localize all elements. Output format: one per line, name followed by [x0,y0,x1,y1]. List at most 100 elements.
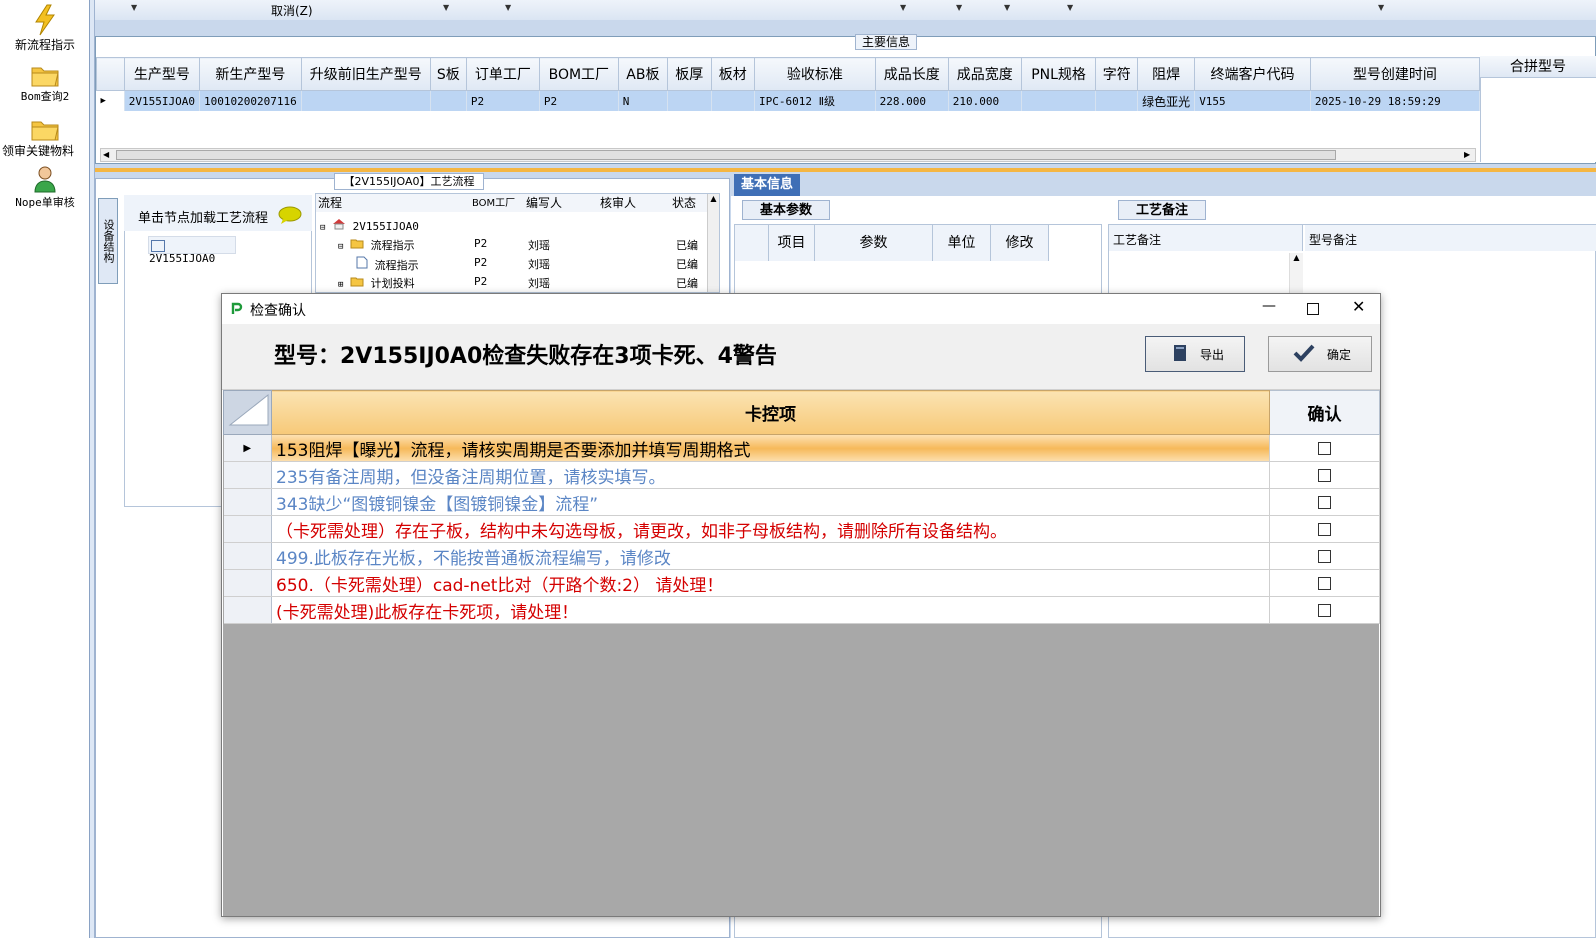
column-header[interactable]: 成品长度 [874,57,949,91]
check-item-text[interactable]: （卡死需处理）存在子板，结构中未勾选母板，请更改，如非子母板结构，请删除所有设备… [271,515,1270,543]
table-cell[interactable]: IPC-6012 Ⅱ级 [754,90,876,111]
table-cell[interactable]: 2025-10-29 18:59:29 [1310,90,1480,111]
column-header[interactable]: 工艺备注 [1109,225,1303,251]
column-header[interactable]: 流程 [316,194,471,212]
check-item-text[interactable]: 153阻焊【曝光】流程，请核实周期是否要添加并填写周期格式 [271,434,1270,462]
column-header[interactable]: 升级前旧生产型号 [300,57,431,91]
check-item-row[interactable]: 235有备注周期，但没备注周期位置，请核实填写。 [223,461,1380,489]
column-header[interactable]: 编写人 [524,194,599,212]
dropdown-arrow-icon[interactable]: ▼ [900,3,906,12]
check-item-text[interactable]: (卡死需处理)此板存在卡死项，请处理！ [271,596,1270,624]
expand-icon[interactable]: ⊞ [338,280,343,290]
process-tab[interactable]: 【2V155IJOA0】工艺流程 [334,173,484,190]
check-item-text[interactable]: 343缺少“图镀铜镍金【图镀铜镍金】流程” [271,488,1270,516]
column-header[interactable]: 终端客户代码 [1194,57,1311,91]
basic-params-tab[interactable]: 基本参数 [742,200,830,220]
basic-info-tab[interactable]: 基本信息 [734,174,800,196]
craft-note-tab[interactable]: 工艺备注 [1118,200,1206,220]
check-item-row[interactable]: 343缺少“图镀铜镍金【图镀铜镍金】流程” [223,488,1380,516]
row-header[interactable] [223,569,272,597]
column-header[interactable]: 核审人 [598,194,671,212]
corner-cell[interactable] [223,390,272,435]
section-splitter[interactable] [95,168,1596,172]
column-header[interactable]: 板材 [710,57,756,91]
dropdown-arrow-icon[interactable]: ▼ [1004,3,1010,12]
maximize-icon[interactable] [1307,303,1319,315]
confirm-checkbox[interactable] [1318,522,1331,536]
tree-row[interactable]: 流程指示 [356,256,419,273]
table-cell[interactable] [301,90,431,111]
dropdown-arrow-icon[interactable]: ▼ [956,3,962,12]
confirm-checkbox[interactable] [1318,468,1331,482]
launcher-item-nope-review[interactable]: Nope单审核 [0,164,90,210]
expand-icon[interactable]: ⊟ [338,242,343,252]
tree-row[interactable]: ⊟ 2V155IJOA0 [320,218,419,233]
cancel-menu-item[interactable]: 取消(Z) [271,2,313,19]
check-item-text[interactable]: 650.（卡死需处理）cad-net比对（开路个数:2） 请处理！ [271,569,1270,597]
dropdown-arrow-icon[interactable]: ▼ [1378,3,1384,12]
column-header[interactable]: 修改 [991,225,1049,261]
confirm-checkbox[interactable] [1318,603,1331,617]
table-row[interactable]: ▶ 2V155IJOA0 10010200207116 P2 P2 N IPC-… [96,90,1480,111]
launcher-item-key-material[interactable]: 领审关键物料 [0,116,90,159]
corner-cell[interactable] [96,57,125,91]
tree-row[interactable]: ⊟ 流程指示 [338,237,415,253]
table-cell[interactable]: 2V155IJOA0 [124,90,200,111]
table-cell[interactable]: N [618,90,669,111]
table-cell[interactable]: P2 [466,90,540,111]
column-header[interactable]: S板 [429,57,467,91]
dropdown-arrow-icon[interactable]: ▼ [505,3,511,12]
table-cell[interactable]: 228.000 [875,90,949,111]
check-item-row[interactable]: (卡死需处理)此板存在卡死项，请处理！ [223,596,1380,624]
table-cell[interactable] [667,90,712,111]
column-header[interactable]: 单位 [933,225,991,261]
close-icon[interactable]: ✕ [1352,297,1365,316]
table-cell[interactable]: 210.000 [948,90,1022,111]
column-header[interactable]: 参数 [815,225,933,261]
column-header[interactable]: PNL规格 [1020,57,1097,91]
confirm-button[interactable]: 确定 [1268,336,1372,372]
export-button[interactable]: 导出 [1145,336,1245,372]
row-header[interactable] [223,461,272,489]
dropdown-arrow-icon[interactable]: ▼ [1067,3,1073,12]
combine-model-header[interactable]: 合拼型号 [1480,56,1596,78]
table-cell[interactable] [430,90,467,111]
equipment-structure-tab[interactable]: 设备结构 [98,198,118,284]
dialog-titlebar[interactable]: 检查确认 — ✕ [222,294,1380,324]
tree-row[interactable]: ⊞ 计划投料 [338,275,415,291]
column-header[interactable]: 新生产型号 [198,57,302,91]
table-cell[interactable]: 绿色亚光 [1137,90,1196,111]
table-cell[interactable] [1021,90,1097,111]
column-header-confirm[interactable]: 确认 [1269,390,1380,435]
scrollbar-thumb[interactable] [116,150,1336,160]
column-header[interactable]: 成品宽度 [947,57,1022,91]
confirm-checkbox[interactable] [1318,549,1331,563]
check-item-row[interactable]: 650.（卡死需处理）cad-net比对（开路个数:2） 请处理！ [223,569,1380,597]
dropdown-arrow-icon[interactable]: ▼ [131,3,137,12]
table-cell[interactable]: 10010200207116 [199,90,302,111]
check-item-row[interactable]: 499.此板存在光板，不能按普通板流程编写，请修改 [223,542,1380,570]
load-node-item[interactable]: 2V155IJOA0 [148,236,236,265]
expand-icon[interactable]: ⊟ [320,223,325,233]
row-header[interactable] [223,542,272,570]
table-cell[interactable] [1095,90,1139,111]
column-header[interactable]: 订单工厂 [465,57,540,91]
row-indicator-icon[interactable]: ▶ [223,434,272,462]
table-cell[interactable]: V155 [1194,90,1311,111]
column-header[interactable]: BOM工厂 [470,194,525,212]
column-header[interactable]: 验收标准 [754,57,876,91]
column-header[interactable]: 状态 [670,194,709,212]
column-header[interactable]: 板厚 [667,57,712,91]
confirm-checkbox[interactable] [1318,576,1331,590]
row-header[interactable] [223,488,272,516]
table-cell[interactable] [711,90,756,111]
column-header[interactable]: 阻焊 [1137,57,1196,91]
column-header[interactable]: 生产型号 [123,57,200,91]
column-header[interactable]: AB板 [617,57,669,91]
confirm-checkbox[interactable] [1318,495,1331,509]
table-cell[interactable]: P2 [539,90,619,111]
scroll-right-icon[interactable]: ▶ [1464,150,1470,159]
launcher-item-new-flow[interactable]: 新流程指示 [0,4,90,53]
check-item-row[interactable]: ▶ 153阻焊【曝光】流程，请核实周期是否要添加并填写周期格式 [223,434,1380,462]
corner-cell[interactable] [735,225,769,261]
